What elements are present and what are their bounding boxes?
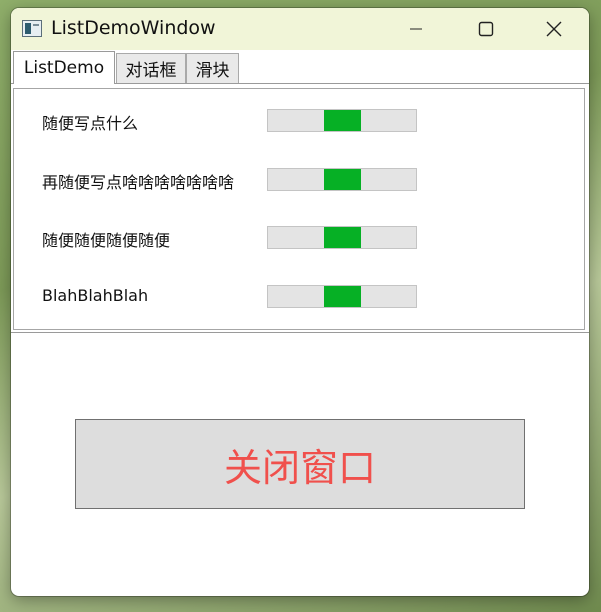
list-item-slider[interactable] (267, 285, 417, 308)
list-item-label: 随便写点什么 (42, 114, 139, 133)
list-item[interactable]: 随便写点什么 (14, 105, 584, 135)
close-window-main-button[interactable]: 关闭窗口 (75, 419, 525, 509)
maximize-icon (478, 21, 494, 37)
list-item[interactable]: 再随便写点啥啥啥啥啥啥啥 (14, 164, 584, 194)
list-item-slider[interactable] (267, 226, 417, 249)
title-bar[interactable]: ListDemoWindow (11, 8, 589, 50)
tab-strip: ListDemo 对话框 滑块 (11, 51, 589, 84)
tab-panel-listdemo: 随便写点什么 再随便写点啥啥啥啥啥啥啥 随便随便随便随便 BlahBlahBla… (11, 83, 589, 333)
close-window-button[interactable] (531, 8, 577, 50)
minimize-button[interactable] (393, 8, 439, 50)
minimize-icon (410, 28, 422, 30)
list-item-slider[interactable] (267, 109, 417, 132)
tab-slider[interactable]: 滑块 (186, 53, 239, 83)
window-title: ListDemoWindow (51, 17, 216, 39)
slider-thumb[interactable] (324, 227, 361, 248)
maximize-button[interactable] (463, 8, 509, 50)
list-item-label: BlahBlahBlah (42, 286, 149, 305)
slider-thumb[interactable] (324, 286, 361, 307)
app-window-icon (22, 20, 42, 37)
list-item[interactable]: 随便随便随便随便 (14, 222, 584, 252)
close-icon (546, 21, 562, 37)
list-item[interactable]: BlahBlahBlah (14, 281, 584, 311)
tab-dialog[interactable]: 对话框 (116, 53, 186, 83)
list-item-slider[interactable] (267, 168, 417, 191)
tab-listdemo[interactable]: ListDemo (13, 51, 115, 84)
list-box[interactable]: 随便写点什么 再随便写点啥啥啥啥啥啥啥 随便随便随便随便 BlahBlahBla… (13, 88, 585, 330)
list-item-label: 随便随便随便随便 (42, 231, 171, 250)
slider-thumb[interactable] (324, 110, 361, 131)
window: ListDemoWindow ListDemo 对话框 滑块 随便写点什么 再随… (11, 8, 589, 596)
slider-thumb[interactable] (324, 169, 361, 190)
list-item-label: 再随便写点啥啥啥啥啥啥啥 (42, 173, 235, 192)
